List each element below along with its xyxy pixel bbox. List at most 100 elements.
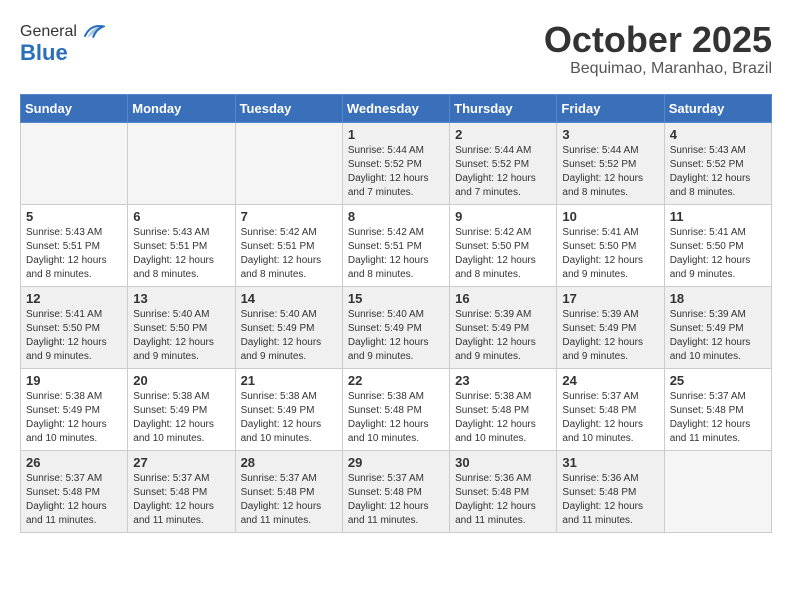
cell-info: Sunrise: 5:41 AMSunset: 5:50 PMDaylight:… [26,308,122,364]
cell-info: Sunrise: 5:40 AMSunset: 5:50 PMDaylight:… [133,308,229,364]
day-number: 8 [348,209,444,224]
calendar-cell [128,122,235,204]
cell-info: Sunrise: 5:44 AMSunset: 5:52 PMDaylight:… [348,144,444,200]
calendar-cell [21,122,128,204]
calendar-cell: 24Sunrise: 5:37 AMSunset: 5:48 PMDayligh… [557,368,664,450]
weekday-header: Tuesday [235,94,342,122]
cell-info: Sunrise: 5:40 AMSunset: 5:49 PMDaylight:… [348,308,444,364]
calendar-week-row: 26 Sunrise: 5:37 AMSunset: 5:48 PMDayligh… [21,450,772,532]
cell-info: Sunrise: 5:42 AMSunset: 5:51 PMDaylight:… [241,226,337,282]
day-number: 5 [26,209,122,224]
calendar-header-row: SundayMondayTuesdayWednesdayThursdayFrid… [21,94,772,122]
calendar-cell: 1 Sunrise: 5:44 AMSunset: 5:52 PMDaylight… [342,122,449,204]
day-number: 10 [562,209,658,224]
calendar-cell: 21Sunrise: 5:38 AMSunset: 5:49 PMDayligh… [235,368,342,450]
cell-info: Sunrise: 5:38 AMSunset: 5:49 PMDaylight:… [133,390,229,446]
calendar-cell: 11 Sunrise: 5:41 AMSunset: 5:50 PMDayligh… [664,204,771,286]
calendar-cell: 23 Sunrise: 5:38 AMSunset: 5:48 PMDayligh… [450,368,557,450]
day-number: 17 [562,291,658,306]
logo-bird-icon [81,20,105,44]
calendar-cell [235,122,342,204]
cell-info: Sunrise: 5:38 AMSunset: 5:49 PMDaylight:… [26,390,122,446]
day-number: 14 [241,291,337,306]
day-number: 29 [348,455,444,470]
day-number: 27 [133,455,229,470]
day-number: 12 [26,291,122,306]
calendar-cell: 14 Sunrise: 5:40 AMSunset: 5:49 PMDayligh… [235,286,342,368]
calendar-cell: 25Sunrise: 5:37 AMSunset: 5:48 PMDayligh… [664,368,771,450]
weekday-header: Friday [557,94,664,122]
calendar-table: SundayMondayTuesdayWednesdayThursdayFrid… [20,94,772,533]
weekday-header: Saturday [664,94,771,122]
calendar-cell [664,450,771,532]
calendar-cell: 12 Sunrise: 5:41 AMSunset: 5:50 PMDayligh… [21,286,128,368]
day-number: 1 [348,127,444,142]
day-number: 11 [670,209,766,224]
calendar-cell: 2 Sunrise: 5:44 AMSunset: 5:52 PMDaylight… [450,122,557,204]
day-number: 6 [133,209,229,224]
day-number: 9 [455,209,551,224]
day-number: 15 [348,291,444,306]
day-number: 13 [133,291,229,306]
cell-info: Sunrise: 5:40 AMSunset: 5:49 PMDaylight:… [241,308,337,364]
cell-info: Sunrise: 5:39 AMSunset: 5:49 PMDaylight:… [670,308,766,364]
cell-info: Sunrise: 5:42 AMSunset: 5:51 PMDaylight:… [348,226,444,282]
calendar-cell: 4 Sunrise: 5:43 AMSunset: 5:52 PMDaylight… [664,122,771,204]
cell-info: Sunrise: 5:39 AMSunset: 5:49 PMDaylight:… [562,308,658,364]
calendar-cell: 27Sunrise: 5:37 AMSunset: 5:48 PMDayligh… [128,450,235,532]
calendar-week-row: 19 Sunrise: 5:38 AMSunset: 5:49 PMDayligh… [21,368,772,450]
cell-info: Sunrise: 5:41 AMSunset: 5:50 PMDaylight:… [562,226,658,282]
calendar-cell: 22 Sunrise: 5:38 AMSunset: 5:48 PMDayligh… [342,368,449,450]
weekday-header: Sunday [21,94,128,122]
cell-info: Sunrise: 5:37 AMSunset: 5:48 PMDaylight:… [348,472,444,528]
cell-info: Sunrise: 5:44 AMSunset: 5:52 PMDaylight:… [455,144,551,200]
day-number: 2 [455,127,551,142]
calendar-cell: 9 Sunrise: 5:42 AMSunset: 5:50 PMDaylight… [450,204,557,286]
logo: General Blue [20,20,105,66]
day-number: 24 [562,373,658,388]
day-number: 4 [670,127,766,142]
day-number: 23 [455,373,551,388]
cell-info: Sunrise: 5:36 AMSunset: 5:48 PMDaylight:… [562,472,658,528]
day-number: 20 [133,373,229,388]
cell-info: Sunrise: 5:42 AMSunset: 5:50 PMDaylight:… [455,226,551,282]
calendar-week-row: 12 Sunrise: 5:41 AMSunset: 5:50 PMDayligh… [21,286,772,368]
calendar-cell: 16Sunrise: 5:39 AMSunset: 5:49 PMDayligh… [450,286,557,368]
day-number: 19 [26,373,122,388]
calendar-cell: 20 Sunrise: 5:38 AMSunset: 5:49 PMDayligh… [128,368,235,450]
weekday-header: Wednesday [342,94,449,122]
day-number: 26 [26,455,122,470]
weekday-header: Thursday [450,94,557,122]
calendar-cell: 26Sunrise: 5:37 AMSunset: 5:48 PMDayligh… [21,450,128,532]
cell-info: Sunrise: 5:37 AMSunset: 5:48 PMDaylight:… [670,390,766,446]
calendar-week-row: 5 Sunrise: 5:43 AMSunset: 5:51 PMDaylight… [21,204,772,286]
cell-info: Sunrise: 5:38 AMSunset: 5:48 PMDaylight:… [455,390,551,446]
cell-info: Sunrise: 5:43 AMSunset: 5:51 PMDaylight:… [26,226,122,282]
page-header: General Blue October 2025 Bequimao, Mara… [20,20,772,78]
day-number: 16 [455,291,551,306]
logo-general-text: General [20,23,77,41]
cell-info: Sunrise: 5:41 AMSunset: 5:50 PMDaylight:… [670,226,766,282]
cell-info: Sunrise: 5:38 AMSunset: 5:48 PMDaylight:… [348,390,444,446]
calendar-cell: 6Sunrise: 5:43 AMSunset: 5:51 PMDaylight… [128,204,235,286]
calendar-cell: 28 Sunrise: 5:37 AMSunset: 5:48 PMDayligh… [235,450,342,532]
calendar-cell: 18 Sunrise: 5:39 AMSunset: 5:49 PMDayligh… [664,286,771,368]
calendar-cell: 15 Sunrise: 5:40 AMSunset: 5:49 PMDayligh… [342,286,449,368]
calendar-cell: 19 Sunrise: 5:38 AMSunset: 5:49 PMDayligh… [21,368,128,450]
title-area: October 2025 Bequimao, Maranhao, Brazil [544,20,772,78]
calendar-cell: 29 Sunrise: 5:37 AMSunset: 5:48 PMDayligh… [342,450,449,532]
day-number: 22 [348,373,444,388]
day-number: 3 [562,127,658,142]
calendar-cell: 3 Sunrise: 5:44 AMSunset: 5:52 PMDaylight… [557,122,664,204]
location: Bequimao, Maranhao, Brazil [544,60,772,78]
day-number: 28 [241,455,337,470]
day-number: 7 [241,209,337,224]
cell-info: Sunrise: 5:37 AMSunset: 5:48 PMDaylight:… [241,472,337,528]
weekday-header: Monday [128,94,235,122]
cell-info: Sunrise: 5:44 AMSunset: 5:52 PMDaylight:… [562,144,658,200]
day-number: 18 [670,291,766,306]
calendar-week-row: 1 Sunrise: 5:44 AMSunset: 5:52 PMDaylight… [21,122,772,204]
calendar-cell: 10 Sunrise: 5:41 AMSunset: 5:50 PMDayligh… [557,204,664,286]
cell-info: Sunrise: 5:43 AMSunset: 5:52 PMDaylight:… [670,144,766,200]
calendar-cell: 31Sunrise: 5:36 AMSunset: 5:48 PMDayligh… [557,450,664,532]
